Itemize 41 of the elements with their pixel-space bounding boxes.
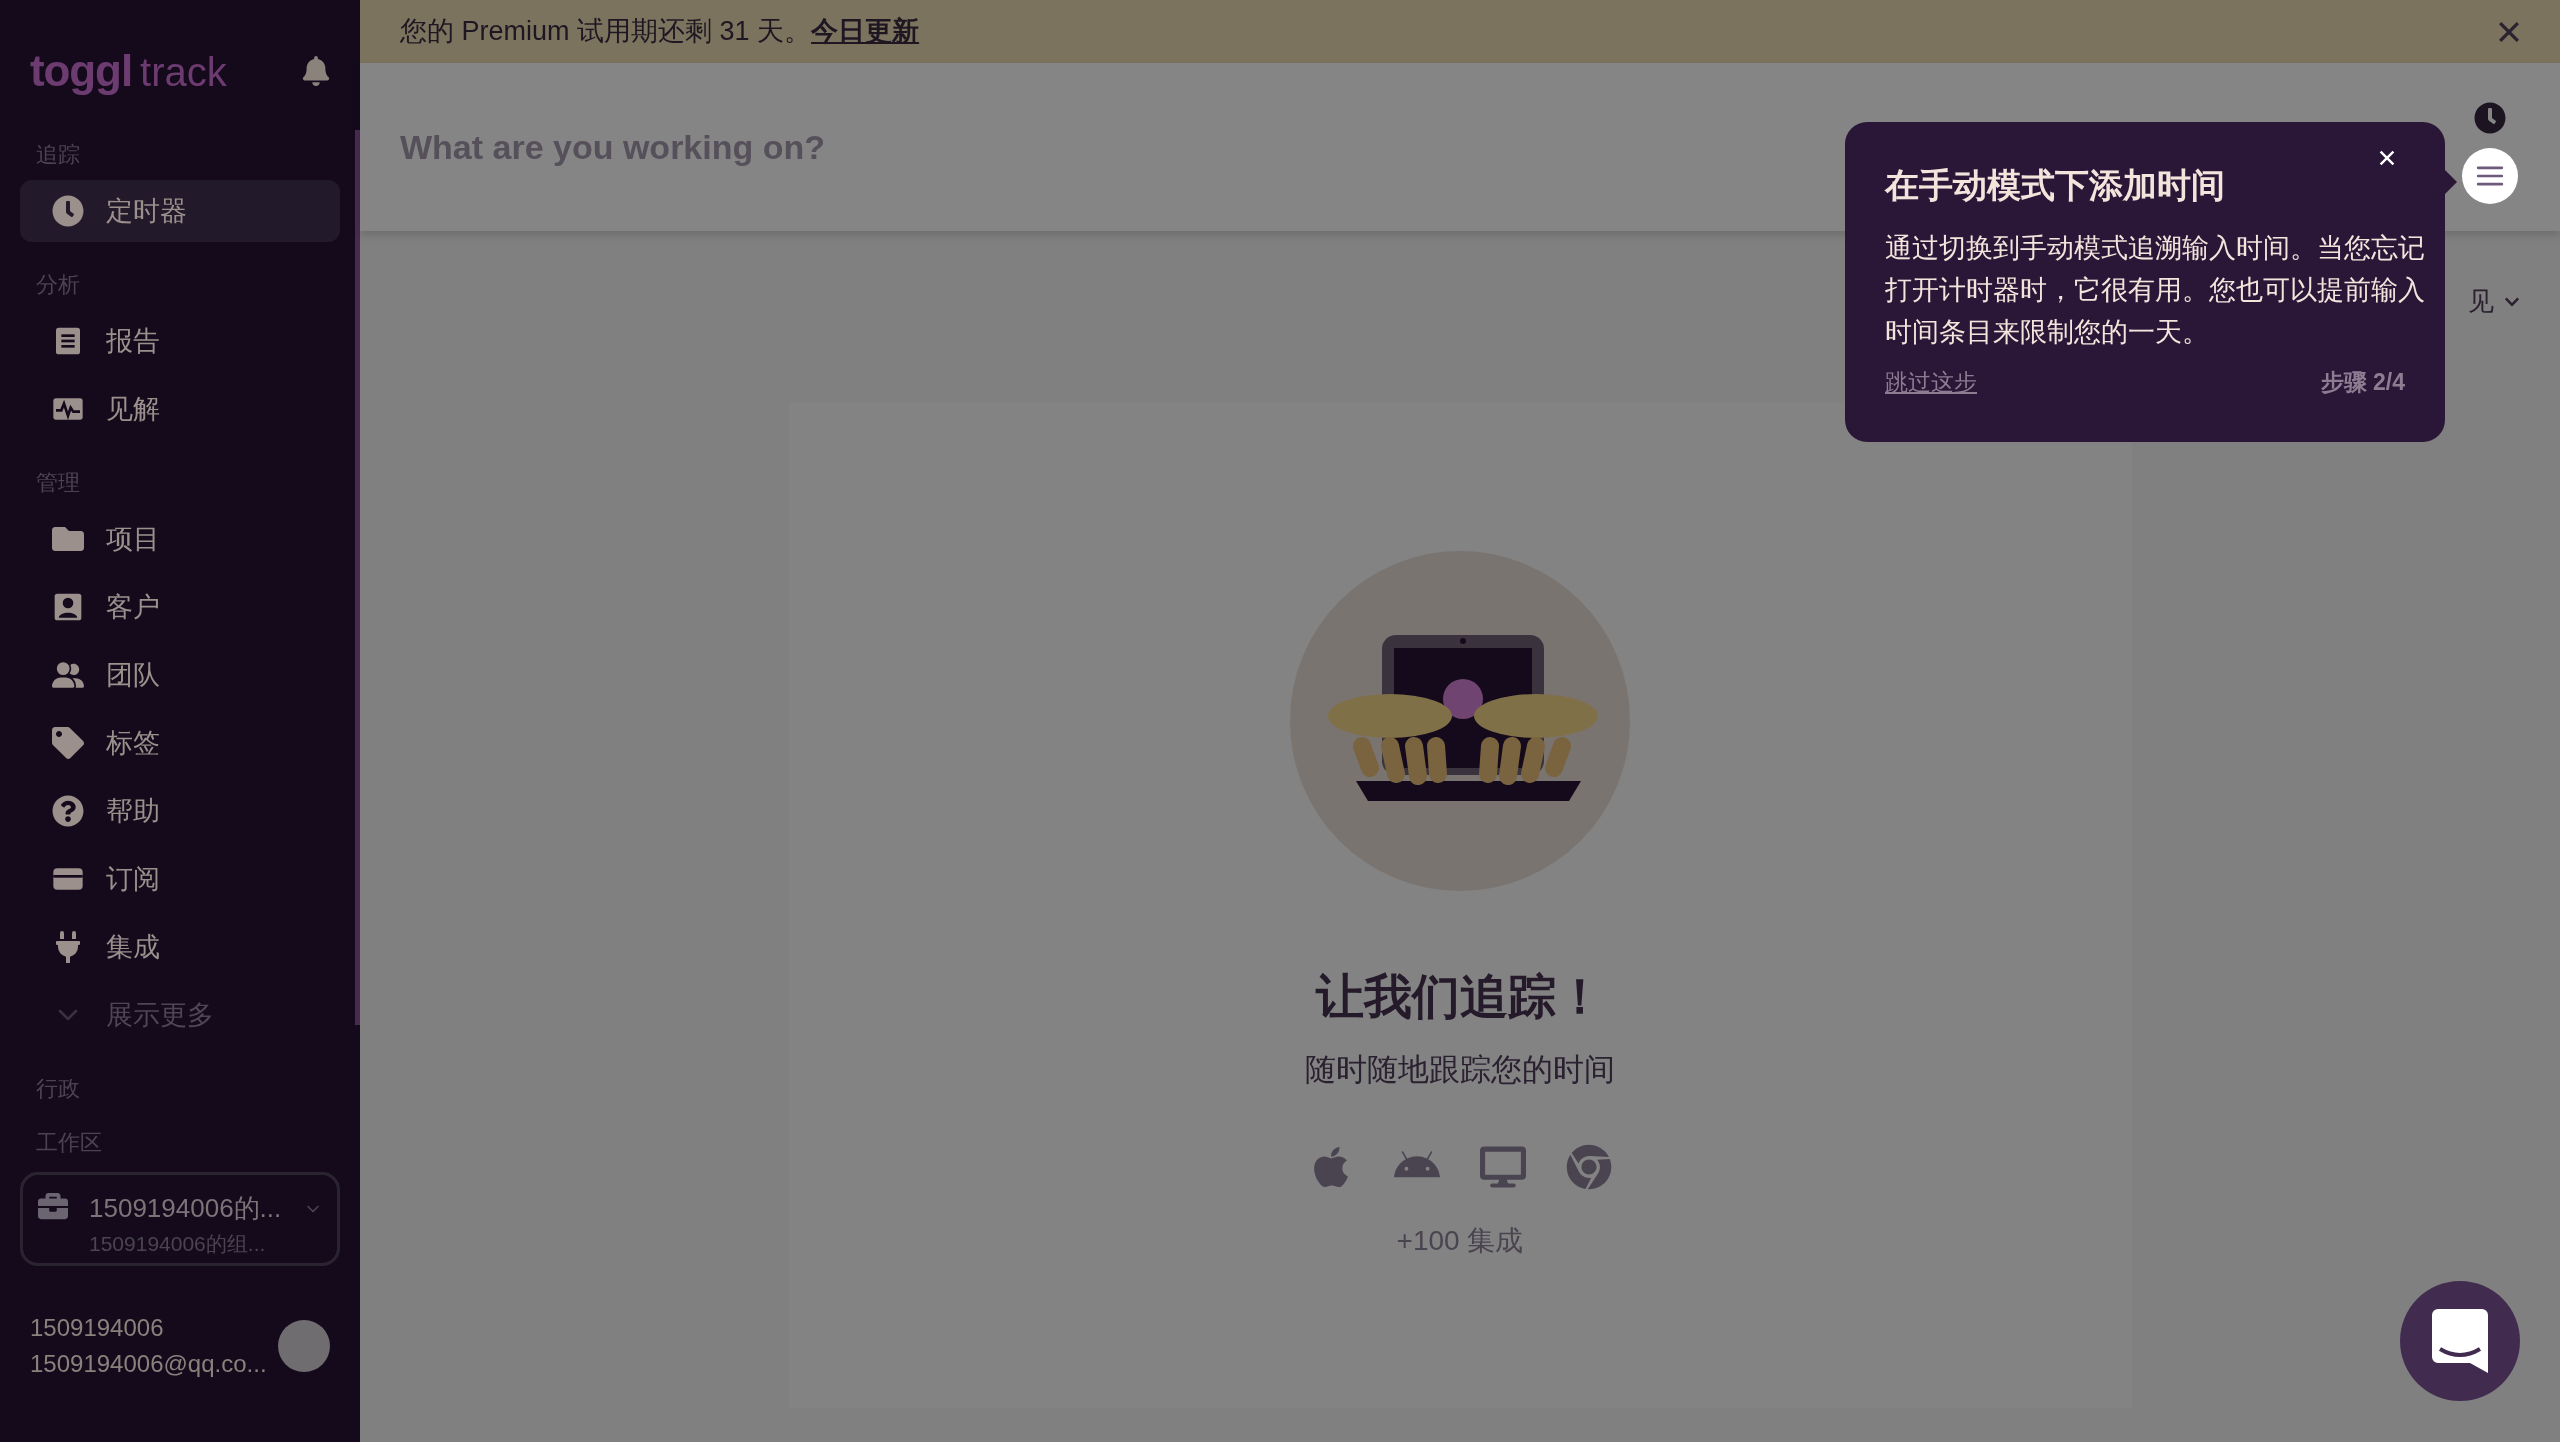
nav-item[interactable]: 客户 bbox=[20, 576, 340, 638]
nav-item[interactable]: 标签 bbox=[20, 712, 340, 774]
avatar[interactable] bbox=[278, 1320, 330, 1372]
organization-name: 1509194006的组... bbox=[89, 1231, 267, 1257]
nav-item[interactable]: 团队 bbox=[20, 644, 340, 706]
section-label: 工作区 bbox=[35, 1128, 103, 1157]
step-counter: 步骤 2/4 bbox=[2320, 368, 2405, 397]
view-selector[interactable]: 见 bbox=[2468, 282, 2494, 321]
chat-icon bbox=[2432, 1309, 2488, 1373]
section-label: 行政 bbox=[35, 1074, 81, 1103]
section-label: 追踪 bbox=[35, 140, 81, 169]
banner-text: 您的 Premium 试用期还剩 31 天。今日更新 bbox=[400, 15, 920, 49]
person-card-icon bbox=[52, 591, 84, 623]
bell-icon[interactable] bbox=[302, 56, 330, 86]
user-email: 1509194006@qq.co... bbox=[30, 1349, 267, 1379]
menu-icon bbox=[2476, 166, 2504, 186]
empty-state-subtitle: 随时随地跟踪您的时间 bbox=[1305, 1051, 1615, 1089]
help-icon bbox=[52, 795, 84, 827]
tooltip-body: 通过切换到手动模式追溯输入时间。当您忘记打开计时器时，它很有用。您也可以提前输入时间条目来限制您的一天。 bbox=[1885, 232, 2426, 349]
tooltip-title: 在手动模式下添加时间 bbox=[1885, 165, 2226, 206]
briefcase-icon bbox=[37, 1191, 69, 1221]
nav-item[interactable]: 见解 bbox=[20, 378, 340, 440]
section-label: 管理 bbox=[35, 468, 81, 497]
nav-item[interactable]: 项目 bbox=[20, 508, 340, 570]
nav-item[interactable]: 报告 bbox=[20, 310, 340, 372]
nav-item[interactable]: 集成 bbox=[20, 916, 340, 978]
user-name: 1509194006 bbox=[30, 1313, 165, 1343]
chrome-icon[interactable] bbox=[1566, 1143, 1612, 1190]
empty-state-title: 让我们追踪！ bbox=[1316, 969, 1604, 1025]
clock-icon[interactable] bbox=[2474, 102, 2506, 134]
people-icon bbox=[52, 659, 84, 691]
workspace-name: 1509194006的... bbox=[89, 1192, 282, 1225]
clock-icon bbox=[52, 195, 84, 227]
nav-item[interactable]: 定时器 bbox=[20, 180, 340, 242]
nav-item[interactable]: 订阅 bbox=[20, 848, 340, 910]
nav-item[interactable]: 帮助 bbox=[20, 780, 340, 842]
section-label: 分析 bbox=[35, 270, 81, 299]
tag-icon bbox=[52, 727, 84, 759]
renew-link[interactable]: 今日更新 bbox=[811, 16, 920, 47]
skip-link[interactable]: 跳过这步 bbox=[1885, 365, 1977, 400]
workspace-selector[interactable]: 1509194006的... 1509194006的组... bbox=[20, 1172, 340, 1266]
